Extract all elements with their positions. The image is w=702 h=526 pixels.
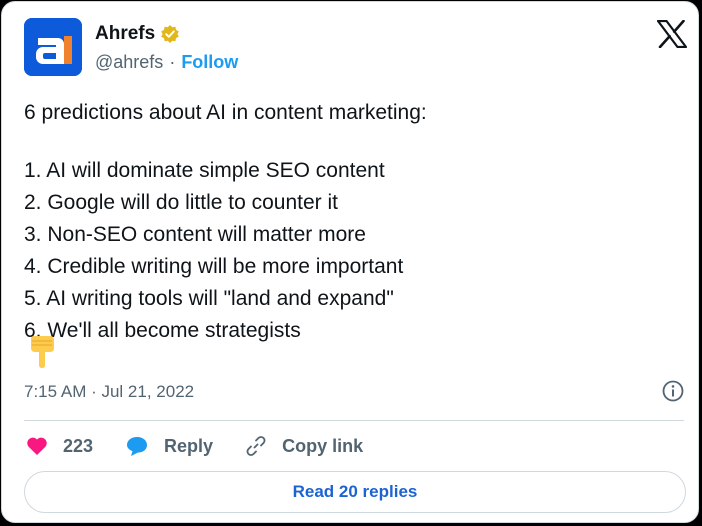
- handle-row: @ahrefs · Follow: [95, 50, 238, 74]
- divider: [24, 420, 684, 421]
- tweet-line: 2. Google will do little to counter it: [24, 191, 338, 214]
- tweet-spacer: [24, 129, 674, 155]
- avatar[interactable]: [24, 18, 82, 76]
- read-replies-label: Read 20 replies: [292, 482, 418, 501]
- read-replies-button[interactable]: Read 20 replies: [24, 471, 686, 513]
- reply-button[interactable]: Reply: [125, 435, 213, 457]
- verified-badge-icon: [160, 24, 180, 44]
- reply-label: Reply: [164, 435, 214, 456]
- tweet-line: 6 predictions about AI in content market…: [24, 101, 427, 124]
- reply-bubble-icon: [127, 437, 148, 456]
- ahrefs-logo-icon: [24, 18, 82, 76]
- display-name[interactable]: Ahrefs: [95, 23, 155, 45]
- like-count: 223: [63, 435, 94, 456]
- pointing-down-emoji-icon: [31, 336, 54, 368]
- follow-button[interactable]: Follow: [181, 52, 238, 73]
- copy-link-button[interactable]: Copy link: [245, 435, 363, 457]
- handle[interactable]: @ahrefs: [95, 52, 163, 73]
- tweet-line: 3. Non-SEO content will matter more: [24, 223, 366, 246]
- tweet-line: 1. AI will dominate simple SEO content: [24, 159, 385, 182]
- timestamp[interactable]: 7:15 AM · Jul 21, 2022: [24, 382, 194, 402]
- like-button[interactable]: 223: [26, 436, 93, 457]
- author-name-row: Ahrefs: [95, 22, 180, 46]
- x-logo-icon[interactable]: [657, 20, 687, 48]
- tweet-line: 4. Credible writing will be more importa…: [24, 255, 404, 278]
- tweet-text: 6 predictions about AI in content market…: [24, 97, 674, 347]
- action-bar: 223 Reply Copy link: [26, 433, 395, 459]
- tweet-line: 6. We'll all become strategists: [24, 319, 301, 342]
- copy-link-label: Copy link: [282, 435, 364, 456]
- link-icon: [246, 436, 266, 456]
- info-icon[interactable]: [661, 379, 685, 403]
- separator-dot: ·: [169, 51, 176, 72]
- tweet-card: Ahrefs @ahrefs · Follow 6 predictions ab…: [1, 1, 699, 523]
- tweet-line: 5. AI writing tools will "land and expan…: [24, 287, 394, 310]
- heart-icon: [27, 437, 47, 455]
